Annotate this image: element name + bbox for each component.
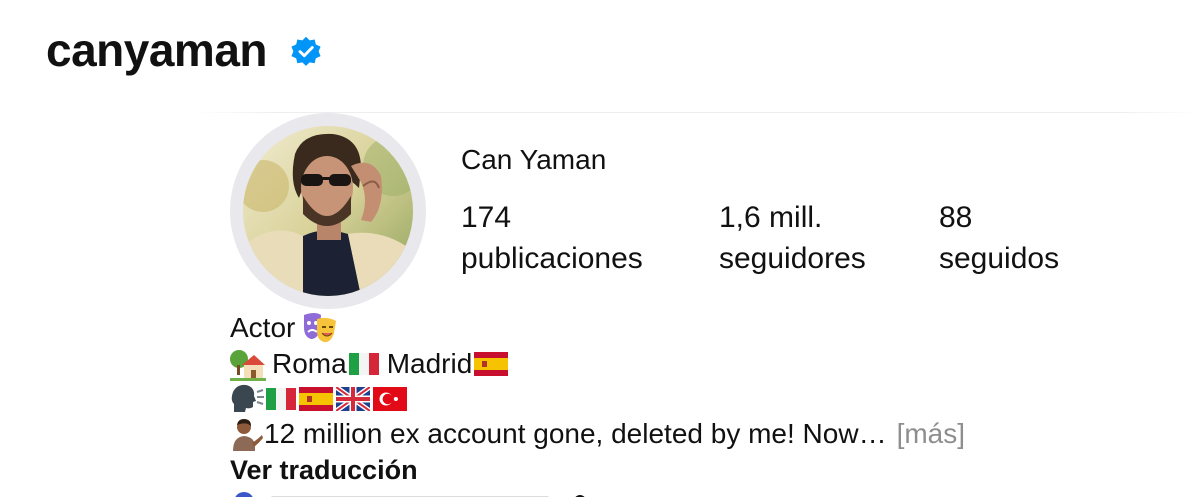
bio-announcement-text: 12 million ex account gone, deleted by m… xyxy=(264,418,887,449)
person-tipping-hand-emoji xyxy=(233,419,263,451)
profile-bio: Actor Roma Madrid 12 million ex account … xyxy=(230,310,1190,488)
profile-header: canyaman xyxy=(0,0,1200,110)
flag-uk-emoji xyxy=(336,387,370,411)
bio-line-cities: Roma Madrid xyxy=(230,346,1190,382)
flag-spain-emoji xyxy=(474,352,509,376)
speaking-head-emoji xyxy=(231,384,264,412)
verified-badge-icon xyxy=(291,36,321,66)
bio-city-madrid: Madrid xyxy=(386,348,473,379)
bio-city-roma: Roma xyxy=(272,348,347,379)
flag-italy-emoji xyxy=(266,388,296,410)
flag-spain-emoji xyxy=(299,387,333,411)
followers-count: 1,6 mill. xyxy=(719,201,823,234)
following-count: 88 xyxy=(939,201,973,234)
see-translation-link[interactable]: Ver traducción xyxy=(230,452,1190,488)
bio-link-row-partial xyxy=(230,486,590,497)
posts-stat: 174 publicaciones xyxy=(461,200,643,279)
performing-arts-emoji xyxy=(304,313,337,343)
flag-italy-emoji xyxy=(348,353,379,375)
profile-username: canyaman xyxy=(46,24,268,76)
house-with-garden-emoji xyxy=(230,350,266,381)
bio-line-announcement: 12 million ex account gone, deleted by m… xyxy=(230,416,1190,452)
posts-label: publicaciones xyxy=(461,242,643,275)
following-label: seguidos xyxy=(939,242,1060,275)
following-stat[interactable]: 88 seguidos xyxy=(939,200,1059,279)
profile-photo xyxy=(243,126,413,296)
followers-label: seguidores xyxy=(719,242,866,275)
header-divider xyxy=(195,112,1200,113)
bio-line-languages xyxy=(230,382,1190,416)
display-name: Can Yaman xyxy=(461,144,607,175)
avatar[interactable] xyxy=(230,113,426,309)
bio-line-occupation: Actor xyxy=(230,310,1190,346)
bio-occupation-text: Actor xyxy=(230,312,296,343)
posts-count: 174 xyxy=(461,201,512,234)
flag-turkey-emoji xyxy=(373,387,407,411)
followers-stat[interactable]: 1,6 mill. seguidores xyxy=(719,200,866,279)
more-link[interactable]: [más] xyxy=(897,416,965,452)
